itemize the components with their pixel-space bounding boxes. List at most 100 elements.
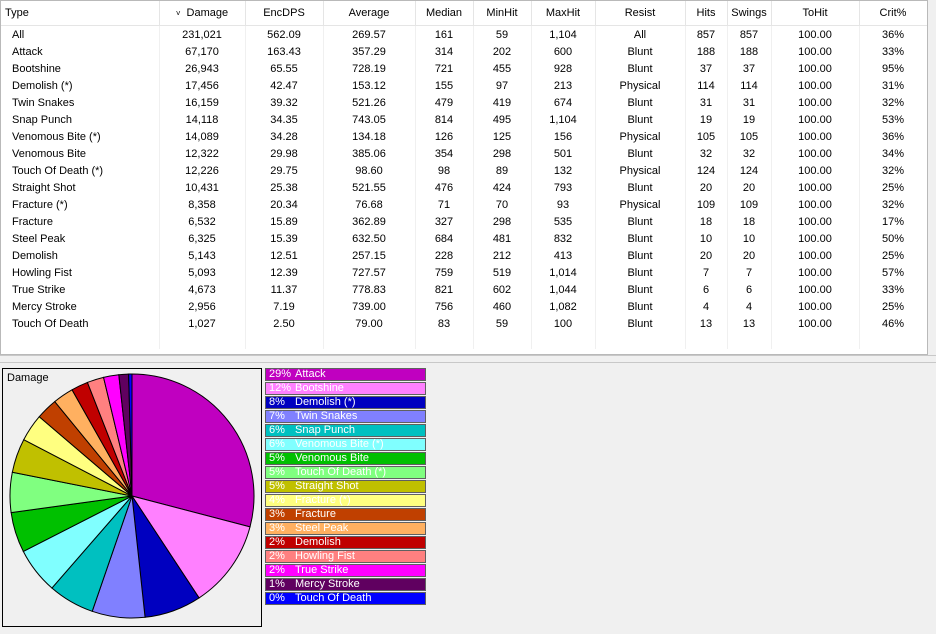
legend-item: 3% Steel Peak	[265, 522, 426, 535]
table-row[interactable]: Mercy Stroke 2,956 7.19 739.00 756 460 1,082 Bl…	[1, 298, 927, 315]
table-row[interactable]: Twin Snakes 16,159 39.32 521.26 479 419 674 Blu…	[1, 94, 927, 111]
table-cell: 124	[685, 162, 728, 179]
table-cell: Touch Of Death (*)	[1, 162, 160, 179]
legend-label: Demolish (*)	[295, 396, 356, 408]
table-cell: 37	[685, 60, 728, 77]
table-cell: 29.75	[245, 162, 324, 179]
table-row[interactable]: Touch Of Death 1,027 2.50 79.00 83 59 100 Blunt…	[1, 315, 927, 332]
table-cell: 1,044	[531, 281, 596, 298]
column-header-minhit[interactable]: MinHit	[473, 1, 532, 26]
table-cell: Blunt	[595, 281, 686, 298]
table-cell: Fracture (*)	[1, 196, 160, 213]
table-row[interactable]: Venomous Bite (*) 14,089 34.28 134.18 126 125…	[1, 128, 927, 145]
table-cell: 83	[415, 315, 474, 332]
table-row[interactable]: Howling Fist 5,093 12.39 727.57 759 519 1,014 B…	[1, 264, 927, 281]
table-cell: 10,431	[159, 179, 246, 196]
panel-splitter[interactable]	[0, 355, 936, 363]
table-row[interactable]: Straight Shot 10,431 25.38 521.55 476 424 793 B…	[1, 179, 927, 196]
column-header-median[interactable]: Median	[415, 1, 474, 26]
table-cell: 29.98	[245, 145, 324, 162]
table-cell: 4	[727, 298, 772, 315]
legend-percent: 3%	[269, 522, 285, 534]
pie-chart-panel: Damage	[2, 368, 262, 627]
legend-percent: 7%	[269, 410, 285, 422]
table-cell: 424	[473, 179, 532, 196]
table-cell: 15.89	[245, 213, 324, 230]
table-row[interactable]: Venomous Bite 12,322 29.98 385.06 354 298 501 B…	[1, 145, 927, 162]
table-cell: 759	[415, 264, 474, 281]
table-row[interactable]: Attack 67,170 163.43 357.29 314 202 600 Blunt 18…	[1, 43, 927, 60]
legend-item: 3% Fracture	[265, 508, 426, 521]
table-row[interactable]: Bootshine 26,943 65.55 728.19 721 455 928 Blunt…	[1, 60, 927, 77]
table-cell: Venomous Bite	[1, 145, 160, 162]
table-row[interactable]: Fracture 6,532 15.89 362.89 327 298 535 Blunt 18…	[1, 213, 927, 230]
column-header-damage[interactable]: ˅ Damage	[159, 1, 246, 26]
table-row[interactable]: All 231,021 562.09 269.57 161 59 1,104 All 857 85…	[1, 25, 927, 43]
legend-label: Straight Shot	[295, 480, 359, 492]
table-cell: 26,943	[159, 60, 246, 77]
table-cell: 19	[727, 111, 772, 128]
column-header-crit-[interactable]: Crit%	[859, 1, 927, 26]
column-header-type[interactable]: Type	[1, 1, 160, 26]
table-cell: 7	[685, 264, 728, 281]
table-cell: 213	[531, 77, 596, 94]
table-cell: 327	[415, 213, 474, 230]
column-header-label: Median	[425, 7, 463, 19]
table-cell: 100.00	[771, 196, 860, 213]
table-cell: 124	[727, 162, 772, 179]
table-cell: Blunt	[595, 247, 686, 264]
table-cell: 32%	[859, 196, 927, 213]
table-cell: 535	[531, 213, 596, 230]
table-cell: 20	[685, 179, 728, 196]
table-cell: 739.00	[323, 298, 416, 315]
table-row[interactable]: Fracture (*) 8,358 20.34 76.68 71 70 93 Physica…	[1, 196, 927, 213]
table-cell: All	[595, 25, 686, 43]
column-header-swings[interactable]: Swings	[727, 1, 772, 26]
column-header-encdps[interactable]: EncDPS	[245, 1, 324, 26]
damage-table[interactable]: Type ˅ Damage EncDPS Average Median MinHit MaxH…	[0, 0, 928, 355]
table-cell: 163.43	[245, 43, 324, 60]
table-cell: Mercy Stroke	[1, 298, 160, 315]
table-cell: 100.00	[771, 247, 860, 264]
table-row[interactable]: Steel Peak 6,325 15.39 632.50 684 481 832 Blunt…	[1, 230, 927, 247]
column-header-tohit[interactable]: ToHit	[771, 1, 860, 26]
table-cell: 33%	[859, 281, 927, 298]
table-cell: 50%	[859, 230, 927, 247]
table-cell	[595, 332, 686, 349]
vertical-scrollbar[interactable]	[928, 0, 936, 355]
table-cell: 34.35	[245, 111, 324, 128]
legend-item: 5% Straight Shot	[265, 480, 426, 493]
table-row[interactable]: True Strike 4,673 11.37 778.83 821 602 1,044 Bl…	[1, 281, 927, 298]
chart-label: Damage	[7, 372, 49, 384]
column-header-resist[interactable]: Resist	[595, 1, 686, 26]
table-cell: 98	[415, 162, 474, 179]
table-cell: Touch Of Death	[1, 315, 160, 332]
table-cell: Steel Peak	[1, 230, 160, 247]
table-cell: 100.00	[771, 111, 860, 128]
table-cell: 98.60	[323, 162, 416, 179]
table-cell: 18	[685, 213, 728, 230]
table-row[interactable]: Demolish (*) 17,456 42.47 153.12 155 97 213 Phy…	[1, 77, 927, 94]
table-cell: 778.83	[323, 281, 416, 298]
table-row[interactable]: Touch Of Death (*) 12,226 29.75 98.60 98 89 13…	[1, 162, 927, 179]
column-header-maxhit[interactable]: MaxHit	[531, 1, 596, 26]
table-cell: 156	[531, 128, 596, 145]
table-cell	[245, 332, 324, 349]
table-cell: 814	[415, 111, 474, 128]
table-cell	[1, 332, 160, 349]
table-cell: 76.68	[323, 196, 416, 213]
column-header-hits[interactable]: Hits	[685, 1, 728, 26]
table-row[interactable]: Snap Punch 14,118 34.35 743.05 814 495 1,104 Bl…	[1, 111, 927, 128]
table-cell	[531, 332, 596, 349]
table-cell: Blunt	[595, 94, 686, 111]
table-cell: 298	[473, 213, 532, 230]
table-cell: Twin Snakes	[1, 94, 160, 111]
legend-label: Demolish	[295, 536, 341, 548]
table-cell: Physical	[595, 196, 686, 213]
legend-label: True Strike	[295, 564, 349, 576]
table-row[interactable]: Demolish 5,143 12.51 257.15 228 212 413 Blunt 20…	[1, 247, 927, 264]
legend-item: 6% Venomous Bite (*)	[265, 438, 426, 451]
legend-item: 1% Mercy Stroke	[265, 578, 426, 591]
legend-label: Snap Punch	[295, 424, 355, 436]
column-header-average[interactable]: Average	[323, 1, 416, 26]
